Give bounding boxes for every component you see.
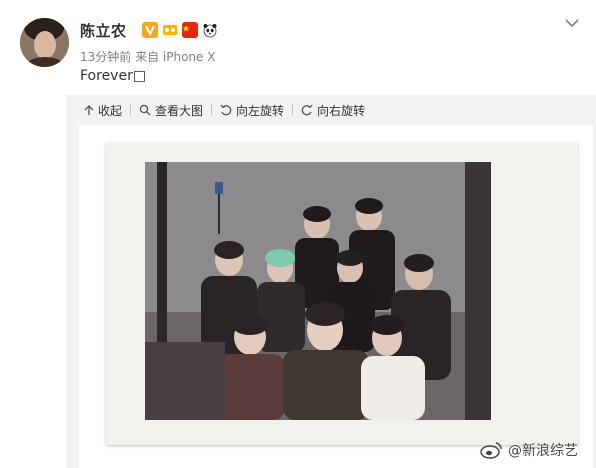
weibo-logo-icon: [480, 442, 502, 459]
collapse-button[interactable]: 收起: [76, 95, 130, 125]
polaroid-frame: [106, 143, 578, 445]
rotate-right-icon: [301, 104, 313, 116]
media-panel: 收起 查看大图 向左旋转 向右旋转: [66, 95, 596, 468]
panda-icon: [202, 22, 218, 38]
post-meta: 13分钟前 来自 iPhone X: [80, 50, 216, 64]
watermark: @新浪综艺: [480, 440, 578, 460]
collapse-label: 收起: [98, 103, 123, 118]
avatar[interactable]: [20, 18, 69, 67]
rotate-right-label: 向右旋转: [317, 103, 366, 118]
china-flag-icon: [182, 22, 198, 38]
collapse-icon: [84, 105, 94, 115]
rotate-left-icon: [220, 104, 232, 116]
username[interactable]: 陈立农: [80, 20, 127, 41]
post-header: 陈立农 13分钟前 来自 iPhone X Forever□: [0, 0, 596, 95]
view-large-button[interactable]: 查看大图: [131, 95, 211, 125]
view-large-label: 查看大图: [155, 103, 204, 118]
avatar-image: [20, 18, 69, 67]
photo-container[interactable]: [79, 125, 593, 468]
badge-group: [142, 21, 218, 39]
rotate-left-label: 向左旋转: [236, 103, 285, 118]
group-photo: [145, 162, 491, 420]
verified-badge[interactable]: [142, 22, 158, 38]
magnifier-icon: [139, 104, 151, 116]
rotate-right-button[interactable]: 向右旋转: [293, 95, 373, 125]
post-content: Forever□: [80, 68, 147, 84]
chevron-down-icon[interactable]: [563, 14, 581, 32]
vip-badge[interactable]: [162, 22, 178, 38]
media-toolbar: 收起 查看大图 向左旋转 向右旋转: [66, 95, 596, 125]
rotate-left-button[interactable]: 向左旋转: [212, 95, 292, 125]
watermark-text: @新浪综艺: [508, 443, 578, 459]
